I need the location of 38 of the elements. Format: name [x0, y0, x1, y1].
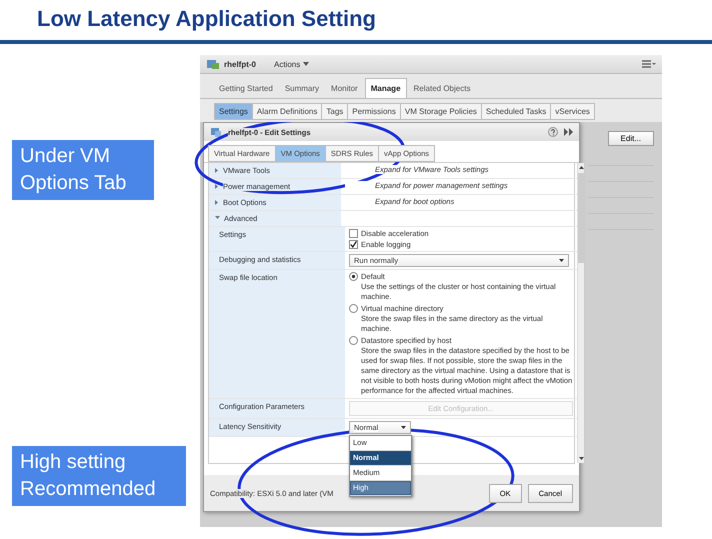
- expand-icon[interactable]: [564, 128, 573, 136]
- slide-title: Low Latency Application Setting: [36, 5, 377, 33]
- scroll-down-icon[interactable]: [578, 457, 584, 460]
- scroll-up-icon[interactable]: [578, 166, 584, 169]
- expand-icon[interactable]: [215, 200, 219, 205]
- settings-tab[interactable]: VM Storage Policies: [400, 103, 482, 120]
- collapse-icon[interactable]: [215, 216, 220, 220]
- edit-button[interactable]: Edit...: [608, 131, 654, 146]
- settings-tab[interactable]: Settings: [214, 103, 253, 120]
- nav-tab[interactable]: Monitor: [326, 78, 363, 98]
- expand-icon[interactable]: [215, 184, 219, 189]
- expand-icon[interactable]: [215, 168, 219, 173]
- radio-button[interactable]: [349, 272, 358, 281]
- nav-tab[interactable]: Summary: [280, 78, 324, 98]
- settings-tab[interactable]: Alarm Definitions: [252, 103, 322, 120]
- checkbox[interactable]: [349, 229, 358, 238]
- settings-tab[interactable]: Tags: [321, 103, 348, 120]
- settings-tab[interactable]: Permissions: [347, 103, 401, 120]
- vm-icon: [206, 58, 220, 70]
- nav-tab[interactable]: Related Objects: [408, 78, 476, 98]
- help-icon[interactable]: [548, 127, 558, 137]
- vm-icon: [210, 126, 222, 138]
- nav-tab[interactable]: Getting Started: [214, 78, 278, 98]
- nav-tab[interactable]: Manage: [364, 78, 407, 98]
- radio-button[interactable]: [349, 336, 358, 345]
- object-name: rhelfpt-0: [224, 60, 256, 68]
- caret-icon: [303, 62, 310, 66]
- settings-tab[interactable]: Scheduled Tasks: [480, 103, 552, 120]
- checkbox[interactable]: [349, 240, 358, 249]
- caret-icon: [559, 259, 564, 262]
- caret-icon: [401, 426, 406, 429]
- radio-button[interactable]: [349, 304, 358, 313]
- scrollbar[interactable]: [577, 163, 584, 463]
- callout-label: High setting Recommended: [12, 446, 186, 506]
- actions-menu[interactable]: Actions: [274, 60, 310, 68]
- menu-icon[interactable]: [642, 60, 656, 68]
- callout-label: Under VM Options Tab: [12, 140, 154, 200]
- settings-tab[interactable]: vServices: [550, 103, 595, 120]
